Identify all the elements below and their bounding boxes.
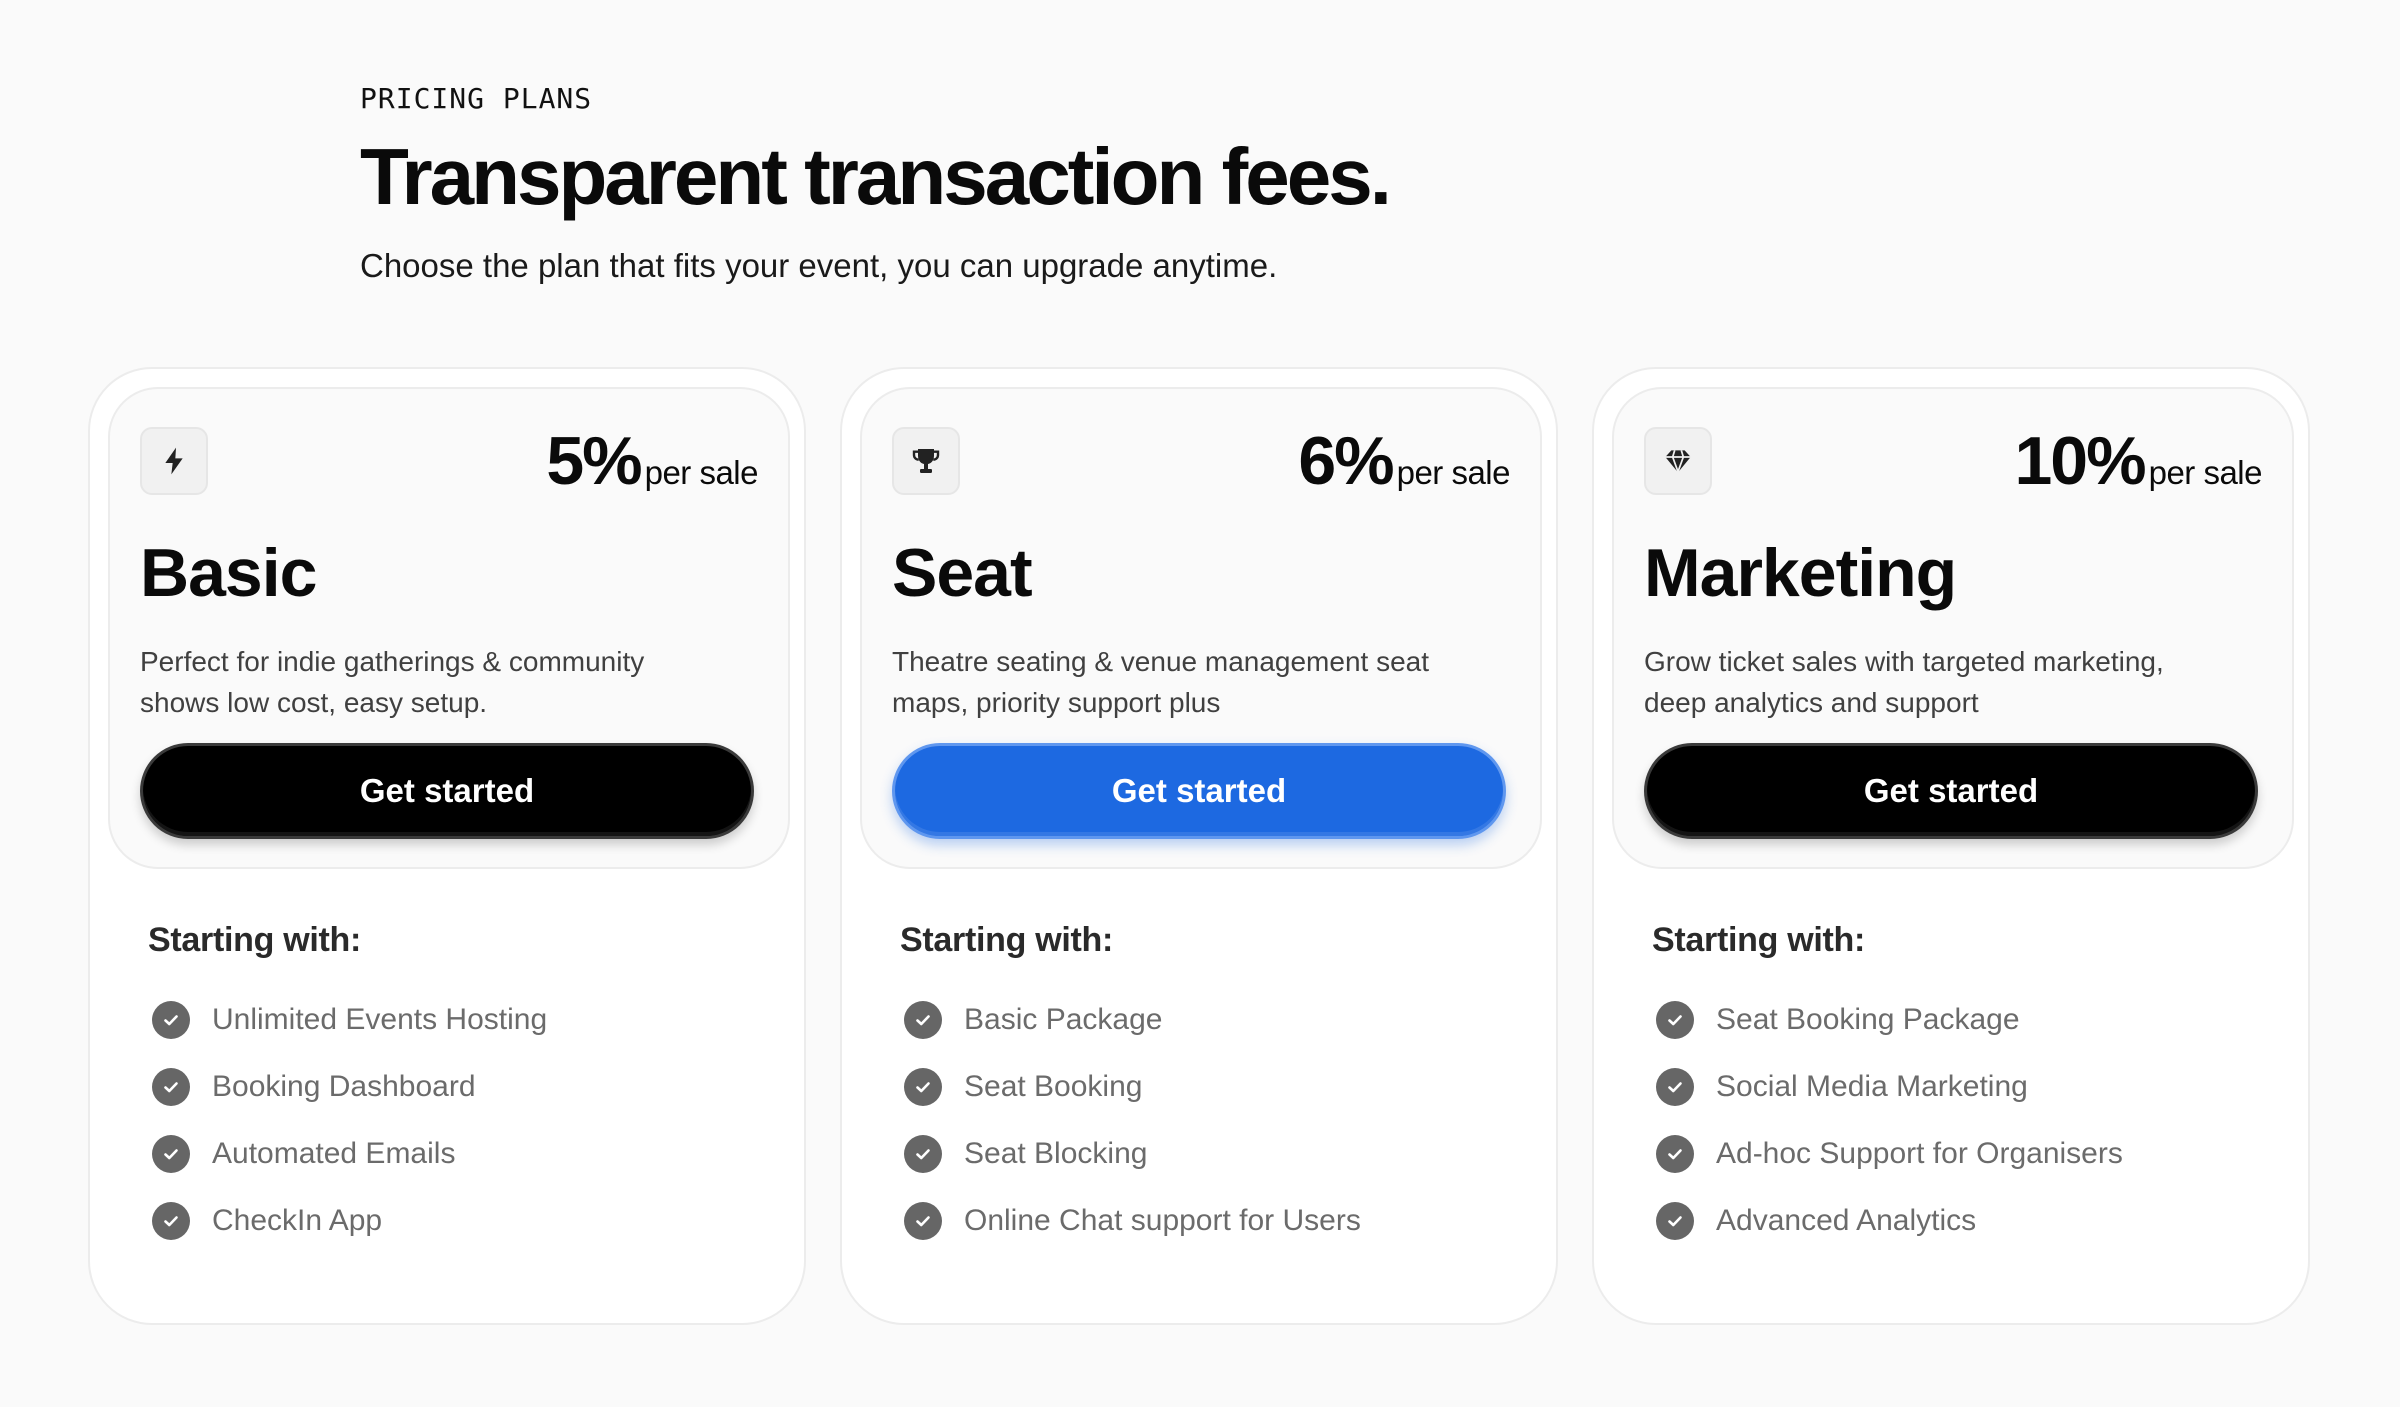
plan-summary: 6% per sale Seat Theatre seating & venue… [860,387,1542,869]
plan-name: Seat [892,535,1033,611]
check-circle-icon [152,1135,190,1173]
get-started-button[interactable]: Get started [1644,743,2258,839]
plan-name: Marketing [1644,535,1957,611]
check-circle-icon [152,1202,190,1240]
list-item: Seat Blocking [900,1134,1361,1174]
feature-section: Starting with: Basic Package Seat Bookin… [900,921,1361,1268]
list-item: Automated Emails [148,1134,547,1174]
feature-label: Advanced Analytics [1716,1204,1977,1237]
page-title: Transparent transaction fees. [360,132,1392,221]
plan-name: Basic [140,535,317,611]
check-circle-icon [1656,1135,1694,1173]
feature-label: Social Media Marketing [1716,1070,2028,1103]
list-item: Ad-hoc Support for Organisers [1652,1134,2123,1174]
feature-label: Ad-hoc Support for Organisers [1716,1137,2123,1170]
plan-card-marketing: 10% per sale Marketing Grow ticket sales… [1592,367,2310,1325]
price-value: 6% [1298,423,1394,499]
plan-card-seat: 6% per sale Seat Theatre seating & venue… [840,367,1558,1325]
list-item: Unlimited Events Hosting [148,1000,547,1040]
diamond-icon [1644,427,1712,495]
feature-section: Starting with: Unlimited Events Hosting … [148,921,547,1268]
price-unit: per sale [644,454,759,491]
feature-label: Seat Booking [964,1070,1143,1103]
list-item: Seat Booking [900,1067,1361,1107]
plan-card-basic: 5% per sale Basic Perfect for indie gath… [88,367,806,1325]
feature-label: Basic Package [964,1003,1163,1036]
list-item: CheckIn App [148,1201,547,1241]
price-value: 5% [546,423,642,499]
features-title: Starting with: [900,921,1113,959]
page-subtitle: Choose the plan that fits your event, yo… [360,247,1278,284]
check-circle-icon [1656,1202,1694,1240]
check-circle-icon [152,1068,190,1106]
check-circle-icon [904,1135,942,1173]
feature-label: Automated Emails [212,1137,456,1170]
plan-description: Theatre seating & venue management seat … [892,646,1430,718]
list-item: Online Chat support for Users [900,1201,1361,1241]
feature-list: Unlimited Events Hosting Booking Dashboa… [148,1000,547,1241]
feature-label: CheckIn App [212,1204,383,1237]
pricing-header: PRICING PLANS Transparent transaction fe… [360,82,1392,285]
plan-price: 5% per sale [546,427,758,495]
check-circle-icon [904,1202,942,1240]
feature-label: Seat Booking Package [1716,1003,2020,1036]
plans-grid: 5% per sale Basic Perfect for indie gath… [88,367,2310,1325]
section-eyebrow: PRICING PLANS [360,82,593,115]
plan-price: 6% per sale [1298,427,1510,495]
list-item: Social Media Marketing [1652,1067,2123,1107]
feature-section: Starting with: Seat Booking Package Soci… [1652,921,2123,1268]
price-value: 10% [2014,423,2146,499]
list-item: Booking Dashboard [148,1067,547,1107]
feature-list: Seat Booking Package Social Media Market… [1652,1000,2123,1241]
features-title: Starting with: [1652,921,1865,959]
trophy-icon [892,427,960,495]
get-started-button[interactable]: Get started [140,743,754,839]
feature-list: Basic Package Seat Booking Seat Blocking… [900,1000,1361,1241]
check-circle-icon [1656,1068,1694,1106]
plan-description: Grow ticket sales with targeted marketin… [1644,646,2164,718]
feature-label: Booking Dashboard [212,1070,476,1103]
plan-description: Perfect for indie gatherings & community… [140,646,645,718]
check-circle-icon [904,1068,942,1106]
lightning-icon [140,427,208,495]
check-circle-icon [152,1001,190,1039]
list-item: Advanced Analytics [1652,1201,2123,1241]
pricing-page: PRICING PLANS Transparent transaction fe… [0,0,2400,1407]
plan-summary: 10% per sale Marketing Grow ticket sales… [1612,387,2294,869]
feature-label: Unlimited Events Hosting [212,1003,548,1036]
check-circle-icon [1656,1001,1694,1039]
list-item: Basic Package [900,1000,1361,1040]
plan-price: 10% per sale [2014,427,2262,495]
feature-label: Online Chat support for Users [964,1204,1361,1237]
price-unit: per sale [2148,454,2263,491]
plan-summary: 5% per sale Basic Perfect for indie gath… [108,387,790,869]
list-item: Seat Booking Package [1652,1000,2123,1040]
features-title: Starting with: [148,921,361,959]
get-started-button[interactable]: Get started [892,743,1506,839]
check-circle-icon [904,1001,942,1039]
feature-label: Seat Blocking [964,1137,1148,1170]
price-unit: per sale [1396,454,1511,491]
